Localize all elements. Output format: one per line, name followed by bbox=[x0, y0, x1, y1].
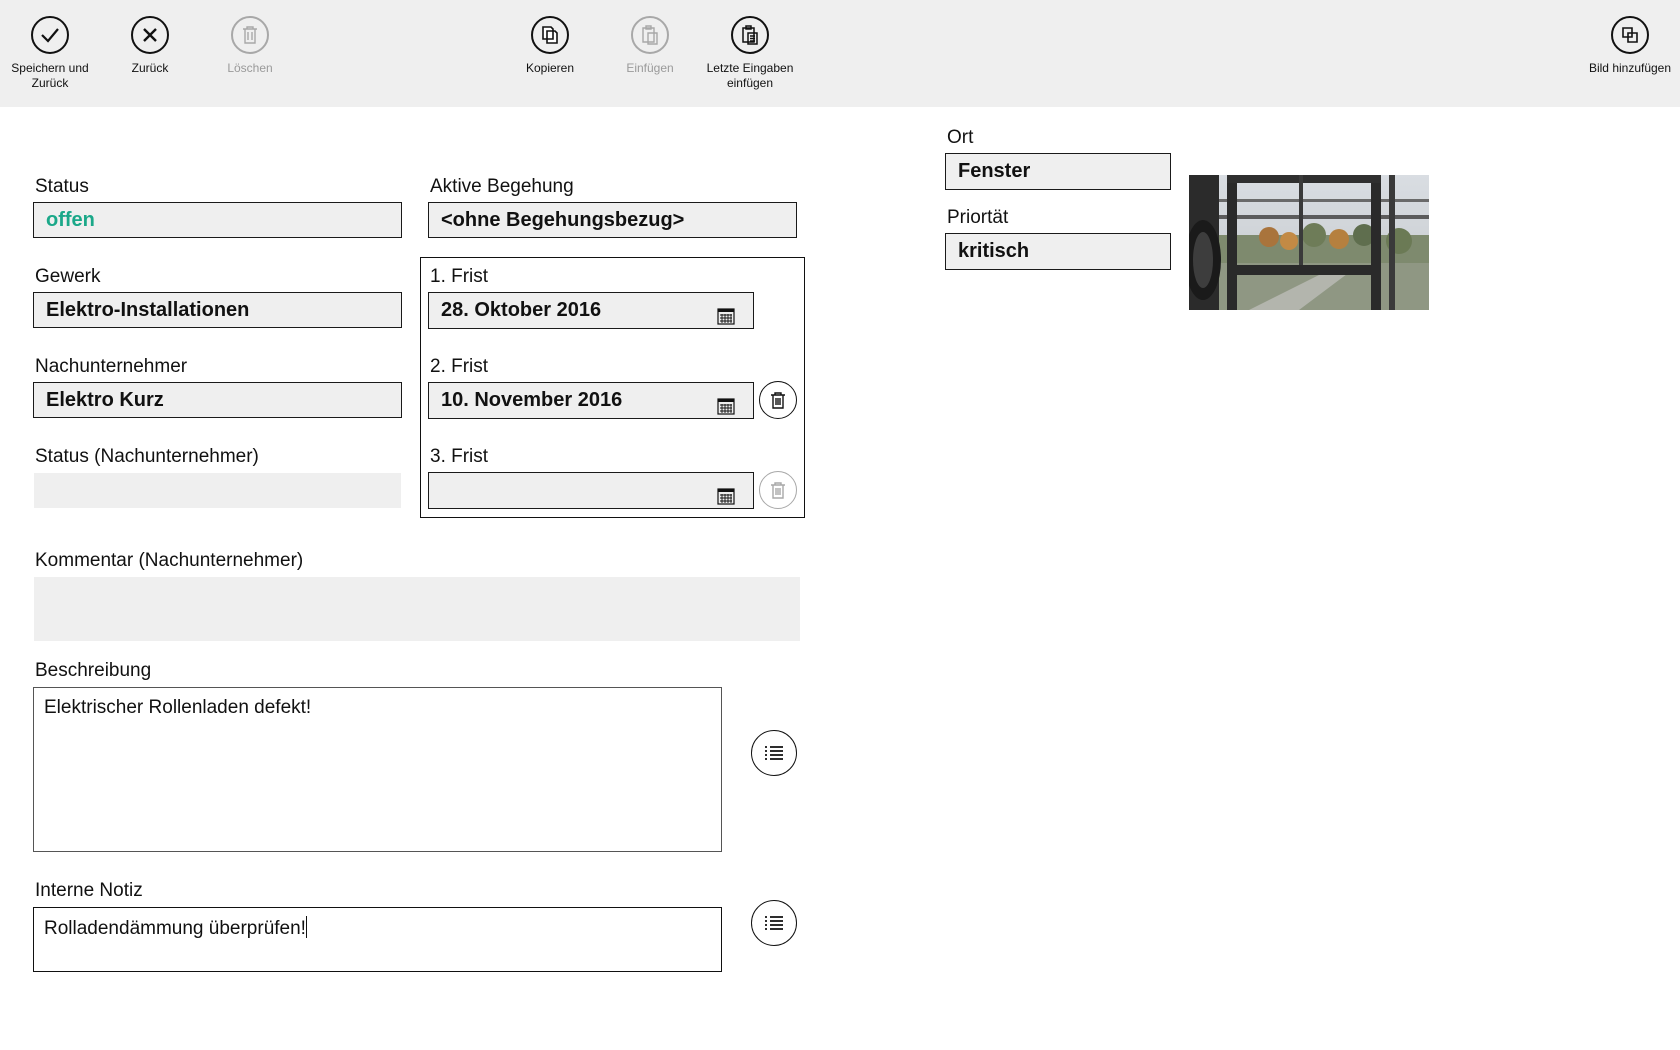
gewerk-label: Gewerk bbox=[35, 266, 101, 287]
interne-notiz-label: Interne Notiz bbox=[35, 880, 143, 901]
prioritaet-field[interactable]: kritisch bbox=[945, 233, 1171, 270]
kommentar-nachunternehmer-field bbox=[34, 577, 800, 641]
status-nachunternehmer-field bbox=[34, 473, 401, 508]
frist-1-label: 1. Frist bbox=[430, 266, 489, 287]
status-label: Status bbox=[35, 176, 89, 197]
save-and-back-label: Speichern und Zurück bbox=[11, 61, 89, 90]
list-icon bbox=[765, 916, 783, 930]
close-icon bbox=[131, 16, 169, 54]
ort-label: Ort bbox=[947, 127, 974, 148]
paste-recent-icon bbox=[731, 16, 769, 54]
aktive-begehung-field[interactable]: <ohne Begehungsbezug> bbox=[428, 202, 797, 238]
calendar-icon[interactable] bbox=[717, 392, 735, 418]
interne-notiz-list-button[interactable] bbox=[751, 900, 797, 946]
back-button[interactable]: Zurück bbox=[100, 0, 200, 107]
interne-notiz-textarea[interactable]: Rolladendämmung überprüfen! bbox=[33, 907, 722, 972]
gewerk-field[interactable]: Elektro-Installationen bbox=[33, 292, 402, 328]
status-nachunternehmer-label: Status (Nachunternehmer) bbox=[35, 446, 259, 467]
paste-label: Einfügen bbox=[626, 61, 674, 75]
text-caret bbox=[305, 916, 307, 938]
paste-recent-label: Letzte Eingaben einfügen bbox=[706, 61, 794, 90]
aktive-begehung-label: Aktive Begehung bbox=[430, 176, 574, 197]
paste-button[interactable]: Einfügen bbox=[600, 0, 700, 107]
photo-thumbnail[interactable] bbox=[1189, 175, 1429, 310]
beschreibung-textarea[interactable]: Elektrischer Rollenladen defekt! bbox=[33, 687, 722, 852]
copy-button[interactable]: Kopieren bbox=[500, 0, 600, 107]
frist-1-date-field[interactable]: 28. Oktober 2016 bbox=[428, 292, 754, 329]
calendar-icon[interactable] bbox=[717, 302, 735, 328]
nachunternehmer-label: Nachunternehmer bbox=[35, 356, 188, 377]
frist-1-value: 28. Oktober 2016 bbox=[441, 299, 602, 321]
save-and-back-button[interactable]: Speichern und Zurück bbox=[0, 0, 100, 107]
trash-icon bbox=[231, 16, 269, 54]
back-label: Zurück bbox=[131, 61, 169, 75]
frist-2-delete-button[interactable] bbox=[759, 381, 797, 419]
ort-field[interactable]: Fenster bbox=[945, 153, 1171, 190]
trash-icon bbox=[771, 482, 785, 499]
beschreibung-label: Beschreibung bbox=[35, 660, 152, 681]
interne-notiz-text: Rolladendämmung überprüfen! bbox=[44, 918, 306, 939]
list-icon bbox=[765, 746, 783, 760]
frist-2-date-field[interactable]: 10. November 2016 bbox=[428, 382, 754, 419]
beschreibung-list-button[interactable] bbox=[751, 730, 797, 776]
paste-icon bbox=[631, 16, 669, 54]
status-field[interactable]: offen bbox=[33, 202, 402, 238]
add-image-label: Bild hinzufügen bbox=[1588, 61, 1672, 75]
app-bar: Speichern und Zurück Zurück Löschen Kopi… bbox=[0, 0, 1680, 107]
trash-icon bbox=[771, 392, 785, 409]
add-image-icon bbox=[1611, 16, 1649, 54]
frist-3-delete-button[interactable] bbox=[759, 471, 797, 509]
copy-icon bbox=[531, 16, 569, 54]
delete-label: Löschen bbox=[227, 61, 273, 75]
kommentar-nachunternehmer-label: Kommentar (Nachunternehmer) bbox=[35, 550, 304, 571]
prioritaet-label: Priortät bbox=[947, 207, 1009, 228]
frist-2-value: 10. November 2016 bbox=[441, 389, 623, 411]
checkmark-icon bbox=[31, 16, 69, 54]
delete-button[interactable]: Löschen bbox=[200, 0, 300, 107]
calendar-icon[interactable] bbox=[717, 482, 735, 508]
frist-2-label: 2. Frist bbox=[430, 356, 489, 377]
copy-label: Kopieren bbox=[525, 61, 575, 75]
frist-3-label: 3. Frist bbox=[430, 446, 489, 467]
add-image-button[interactable]: Bild hinzufügen bbox=[1580, 0, 1680, 107]
paste-recent-button[interactable]: Letzte Eingaben einfügen bbox=[700, 0, 800, 107]
frist-3-date-field[interactable] bbox=[428, 472, 754, 509]
nachunternehmer-field[interactable]: Elektro Kurz bbox=[33, 382, 402, 418]
